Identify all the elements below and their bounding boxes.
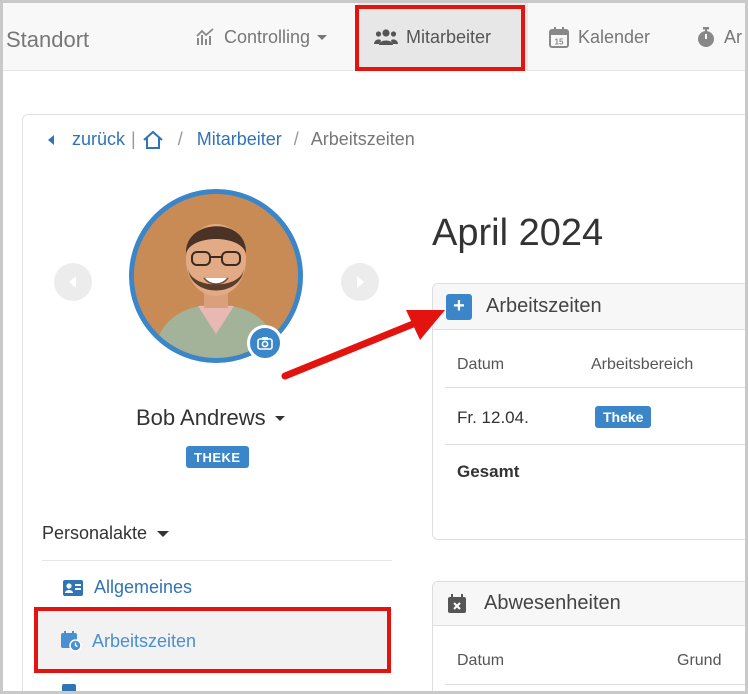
breadcrumb-current: Arbeitszeiten [310,129,415,149]
chart-icon [196,28,214,45]
chevron-down-icon [317,34,328,40]
nav-ar-label: Ar [724,26,742,47]
previous-employee-button[interactable] [54,263,92,301]
sidebar-item-label: Allgemeines [94,577,193,597]
role-badge: THEKE [186,446,249,468]
abwesenheiten-panel: Abwesenheiten Datum Grund [432,581,748,694]
calendar-x-icon [448,593,466,613]
row-divider [445,444,748,445]
chevron-right-icon [357,276,364,288]
chevron-left-icon [69,276,76,288]
column-header-datum: Datum [457,356,505,373]
divider [42,560,392,561]
brand-label[interactable]: Standort [6,27,89,53]
row-datum: Fr. 12.04. [457,408,529,427]
nav-controlling[interactable]: Controlling [196,3,328,71]
arbeitszeiten-panel-header: + Arbeitszeiten [433,284,748,330]
sidebar-item-next[interactable] [62,684,76,694]
next-employee-button[interactable] [341,263,379,301]
nav-ar[interactable]: Ar [696,3,742,71]
arbeitszeiten-panel: + Arbeitszeiten Datum Arbeitsbereich Fr.… [432,283,748,540]
add-arbeitszeit-button[interactable]: + [446,293,472,320]
month-title: April 2024 [432,212,604,254]
back-link[interactable]: zurück [72,129,125,150]
personalakte-label: Personalakte [42,523,148,543]
change-photo-button[interactable] [247,325,283,361]
calendar-icon: 15 [549,27,569,48]
camera-icon [257,337,273,350]
arbeitsbereich-badge: Theke [595,406,652,428]
breadcrumb-separator: / [293,129,299,149]
chevron-down-icon [274,415,285,421]
nav-kalender[interactable]: 15 Kalender [548,3,650,71]
breadcrumb-mitarbeiter[interactable]: Mitarbeiter [197,129,282,150]
home-icon[interactable] [142,130,164,150]
sidebar-item-allgemeines[interactable]: Allgemeines [62,577,192,598]
svg-text:15: 15 [555,38,564,47]
personalakte-toggle[interactable]: Personalakte [42,523,170,544]
nav-kalender-label: Kalender [578,26,651,47]
panel-title: Arbeitszeiten [486,295,602,317]
breadcrumb: zurück | / Mitarbeiter / Arbeitszeiten [48,129,415,150]
abwesenheiten-panel-header: Abwesenheiten [433,582,748,626]
chevron-down-icon [157,530,170,537]
back-arrow-icon[interactable] [48,134,54,145]
breadcrumb-separator: | [131,129,136,149]
highlight-box-sidebar [34,607,391,673]
breadcrumb-separator: / [177,129,183,149]
table-header-divider [445,387,748,388]
column-header-grund: Grund [677,652,722,669]
id-card-icon [63,579,83,596]
stopwatch-icon [698,27,714,47]
total-label: Gesamt [457,462,520,481]
column-header-arbeitsbereich: Arbeitsbereich [591,356,694,373]
column-header-datum: Datum [457,652,505,669]
employee-name-dropdown[interactable]: Bob Andrews [136,405,285,431]
employee-name: Bob Andrews [136,405,266,430]
highlight-box-nav [355,5,525,71]
panel-title: Abwesenheiten [484,592,621,614]
nav-controlling-label: Controlling [224,26,311,47]
table-header-divider [445,684,748,685]
